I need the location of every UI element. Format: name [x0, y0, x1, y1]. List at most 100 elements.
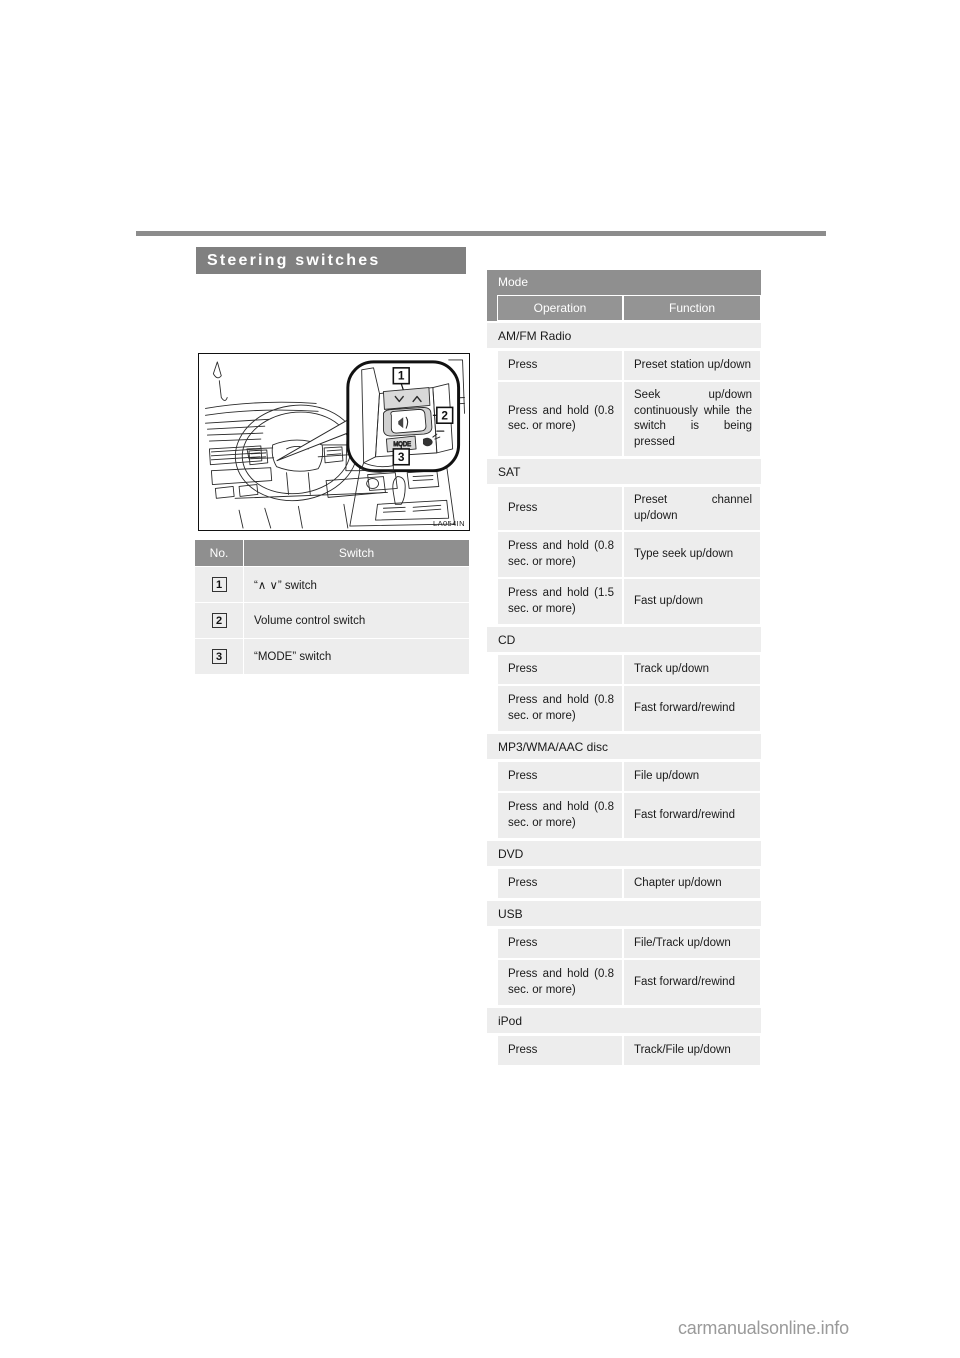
mode-name: MP3/WMA/AAC disc: [487, 734, 761, 761]
callout-label-1: 1: [398, 369, 405, 383]
function-text: File/Track up/down: [634, 936, 731, 949]
operation-text: Press: [508, 1043, 538, 1056]
operation-text: Press and hold (0.8 sec. or more): [508, 968, 614, 996]
svg-text:MODE: MODE: [393, 442, 411, 448]
mode-name: USB: [487, 901, 761, 928]
switch-number-badge: 3: [211, 649, 227, 664]
operation-text: Press: [508, 501, 538, 514]
table-row: Press Chapter up/down: [487, 868, 761, 899]
function-cell: Fast forward/rewind: [623, 792, 761, 839]
switch-label-cell: “MODE” switch: [243, 638, 470, 675]
callout-label-3: 3: [398, 450, 405, 464]
function-cell: Fast forward/rewind: [623, 959, 761, 1006]
operation-text: Press: [508, 936, 538, 949]
function-text: Fast forward/rewind: [634, 808, 735, 821]
switch-label-cell: “∧ ∨” switch: [243, 566, 470, 603]
mode-operation-table: Mode Operation Function AM/FM Radio Press…: [487, 270, 761, 1066]
operation-cell: Press and hold (0.8 sec. or more): [497, 381, 623, 457]
table-row: Press File/Track up/down: [487, 928, 761, 959]
operation-text: Press: [508, 662, 538, 675]
function-text: Preset station up/down: [634, 358, 751, 371]
switch-table-header-switch: Switch: [243, 539, 470, 567]
table-row: Press Track up/down: [487, 654, 761, 685]
table-row: 3 “MODE” switch: [194, 638, 470, 675]
operation-text: Press: [508, 358, 538, 371]
function-text: Fast forward/rewind: [634, 701, 735, 714]
operation-cell: Press: [497, 761, 623, 792]
function-text: Fast forward/rewind: [634, 975, 735, 988]
switch-number-badge: 1: [211, 577, 227, 592]
function-cell: Fast forward/rewind: [623, 685, 761, 732]
function-cell: Seek up/down continuously while the swit…: [623, 381, 761, 457]
page-top-rule: [136, 231, 826, 236]
function-text: Track up/down: [634, 662, 709, 675]
switch-label-cell: Volume control switch: [243, 602, 470, 639]
mode-name: SAT: [487, 459, 761, 486]
operation-cell: Press: [497, 1035, 623, 1066]
steering-switch-illustration: MODE 1 2 3 LA054IN: [198, 353, 470, 531]
function-text: Track/File up/down: [634, 1043, 731, 1056]
table-row: Press Track/File up/down: [487, 1035, 761, 1066]
mode-table-header-function: Function: [623, 295, 761, 321]
function-text: Fast up/down: [634, 594, 704, 607]
operation-cell: Press and hold (1.5 sec. or more): [497, 578, 623, 625]
function-cell: Chapter up/down: [623, 868, 761, 899]
function-cell: Preset channel up/down: [623, 486, 761, 531]
switch-table-header-row: No. Switch: [194, 539, 470, 567]
mode-table-title: Mode: [487, 270, 761, 295]
function-cell: File/Track up/down: [623, 928, 761, 959]
function-cell: Track/File up/down: [623, 1035, 761, 1066]
switch-table-header-no: No.: [194, 539, 244, 567]
operation-cell: Press: [497, 654, 623, 685]
switch-number-cell: 2: [194, 602, 244, 639]
mode-name: CD: [487, 627, 761, 654]
table-row: Press Preset station up/down: [487, 350, 761, 381]
callout-label-2: 2: [441, 408, 448, 422]
function-text: Type seek up/down: [634, 547, 734, 560]
table-row: Press and hold (0.8 sec. or more) Fast fo…: [487, 792, 761, 839]
operation-text: Press and hold (0.8 sec. or more): [508, 540, 614, 568]
operation-cell: Press and hold (0.8 sec. or more): [497, 531, 623, 578]
mode-sections-container: AM/FM Radio Press Preset station up/down Pr…: [487, 321, 761, 1066]
operation-text: Press and hold (0.8 sec. or more): [508, 694, 614, 722]
switch-table-body: 1 “∧ ∨” switch 2 Volume control switch 3…: [194, 566, 470, 675]
table-row: Press and hold (1.5 sec. or more) Fast up…: [487, 578, 761, 625]
switch-number-badge: 2: [211, 613, 227, 628]
switch-number-cell: 1: [194, 566, 244, 603]
table-row: 2 Volume control switch: [194, 602, 470, 639]
switch-number-cell: 3: [194, 638, 244, 675]
site-watermark: carmanualsonline.info: [678, 1318, 849, 1338]
function-cell: Type seek up/down: [623, 531, 761, 578]
function-cell: File up/down: [623, 761, 761, 792]
operation-text: Press and hold (1.5 sec. or more): [508, 587, 614, 615]
operation-cell: Press and hold (0.8 sec. or more): [497, 685, 623, 732]
operation-text: Press: [508, 769, 538, 782]
table-row: Press and hold (0.8 sec. or more) Fast fo…: [487, 959, 761, 1006]
operation-cell: Press: [497, 868, 623, 899]
function-text: File up/down: [634, 769, 700, 782]
function-cell: Preset station up/down: [623, 350, 761, 381]
function-text: Preset channel up/down: [634, 494, 752, 522]
operation-text: Press and hold (0.8 sec. or more): [508, 801, 614, 829]
mode-table-subheader-row: Operation Function: [487, 295, 761, 321]
table-row: Press and hold (0.8 sec. or more) Type se…: [487, 531, 761, 578]
function-cell: Track up/down: [623, 654, 761, 685]
table-row: Press Preset channel up/down: [487, 486, 761, 531]
table-row: Press File up/down: [487, 761, 761, 792]
switch-legend-table: No. Switch 1 “∧ ∨” switch 2 Volume contr…: [194, 539, 470, 675]
page-title: Steering switches: [196, 247, 466, 274]
table-row: Press and hold (0.8 sec. or more) Fast fo…: [487, 685, 761, 732]
table-row: 1 “∧ ∨” switch: [194, 566, 470, 603]
operation-cell: Press and hold (0.8 sec. or more): [497, 959, 623, 1006]
mode-name: iPod: [487, 1008, 761, 1035]
operation-text: Press and hold (0.8 sec. or more): [508, 404, 614, 433]
mode-table-header-operation: Operation: [497, 295, 623, 321]
function-text: Chapter up/down: [634, 876, 722, 889]
function-text: Seek up/down continuously while the swit…: [634, 389, 752, 448]
mode-name: DVD: [487, 841, 761, 868]
operation-cell: Press: [497, 928, 623, 959]
operation-text: Press: [508, 876, 538, 889]
function-cell: Fast up/down: [623, 578, 761, 625]
operation-cell: Press and hold (0.8 sec. or more): [497, 792, 623, 839]
table-row: Press and hold (0.8 sec. or more) Seek up…: [487, 381, 761, 457]
